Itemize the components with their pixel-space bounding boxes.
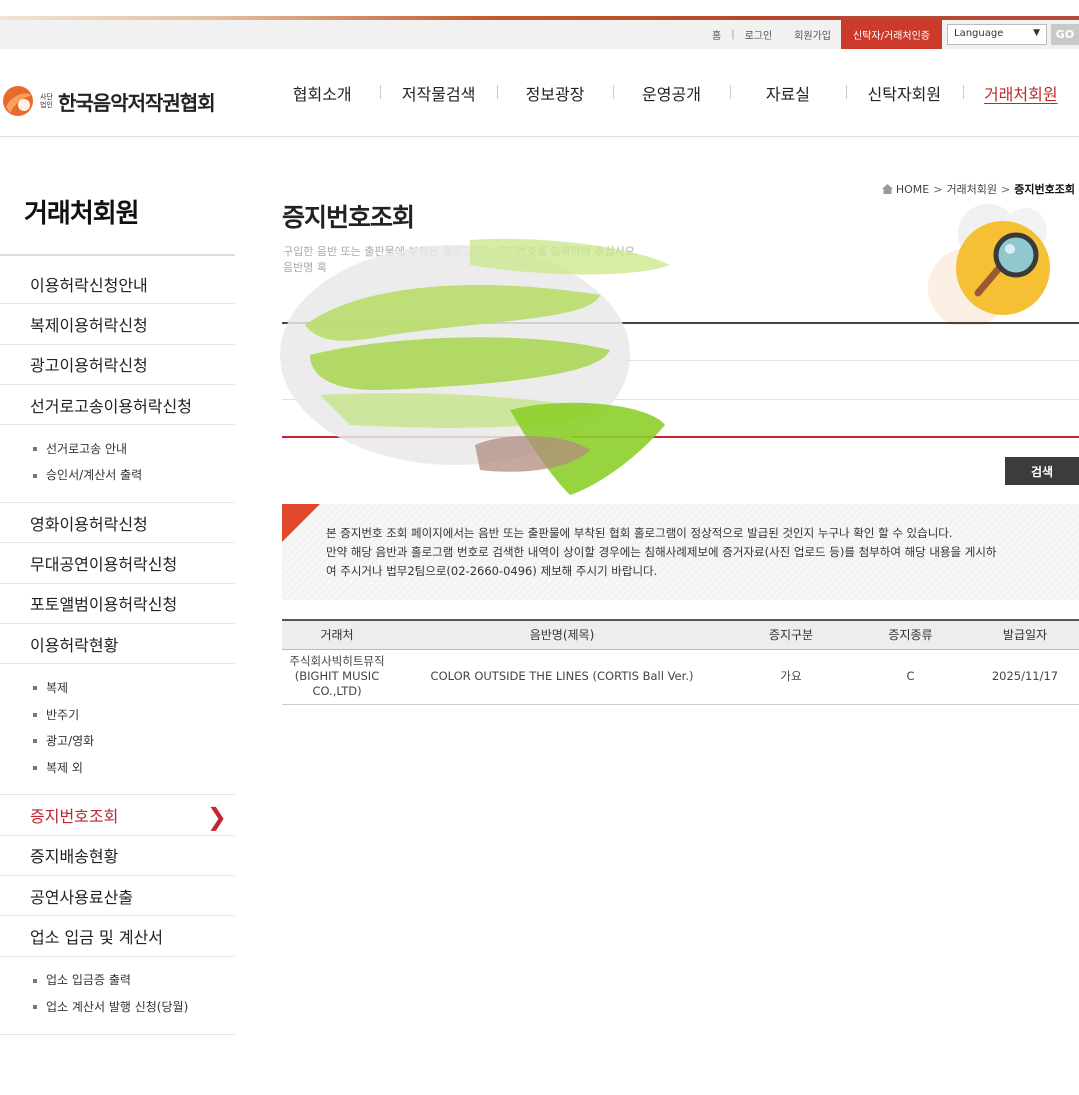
trust-auth-button[interactable]: 신탁자/거래처인증 [841,20,942,49]
col-type: 증지종류 [850,619,971,650]
sidebar: 이용허락신청안내 복제이용허락신청 광고이용허락신청 선거로고송이용허락신청 선… [0,264,235,1035]
sidebar-subgroup-status: 복제 반주기 광고/영화 복제 외 [0,664,235,796]
cell-type: C [850,649,971,705]
signup-link[interactable]: 회원가입 [794,27,831,42]
search-button[interactable]: 검색 [1005,457,1079,485]
col-date: 발급일자 [971,619,1079,650]
col-album: 음반명(제목) [392,619,732,650]
chevron-down-icon: ▼ [1033,28,1040,38]
sidebar-title: 거래처회원 [24,199,140,229]
sidebar-item-label: 증지번호조회 [30,807,119,827]
notice-text: 본 증지번호 조회 페이지에서는 음반 또는 출판물에 부착된 협회 홀로그램이… [326,524,1066,581]
logo-text: 한국음악저작권협회 [58,90,216,115]
sidebar-sub-election-guide[interactable]: 선거로고송 안내 [0,435,235,462]
notice-line2: 만약 해당 음반과 홀로그램 번호로 검색한 내역이 상이할 경우에는 침해사례… [326,545,997,559]
sidebar-item-photo-album[interactable]: 포토앨범이용허락신청 [0,584,235,625]
sidebar-subgroup-election: 선거로고송 안내 승인서/계산서 출력 [0,425,235,504]
home-icon [881,184,893,194]
sidebar-item-license-status[interactable]: 이용허락현황 [0,624,235,665]
search-badge [956,221,1050,315]
breadcrumb-mid[interactable]: 거래처회원 [946,181,997,197]
notice-line1: 본 증지번호 조회 페이지에서는 음반 또는 출판물에 부착된 협회 홀로그램이… [326,526,953,540]
sidebar-item-performance-fee[interactable]: 공연사용료산출 [0,876,235,917]
notice-corner-mark [282,504,320,542]
col-vendor: 거래처 [282,619,392,650]
cell-date: 2025/11/17 [971,649,1079,705]
sidebar-sub-invoice-request[interactable]: 업소 계산서 발행 신청(당월) [0,993,235,1020]
col-category: 증지구분 [732,619,850,650]
sidebar-subgroup-business: 업소 입금증 출력 업소 계산서 발행 신청(당월) [0,957,235,1035]
sidebar-item-advertising[interactable]: 광고이용허락신청 [0,345,235,385]
breadcrumb-separator: > [1001,182,1011,196]
home-link[interactable]: 홈 [712,27,721,42]
go-button[interactable]: GO [1051,24,1079,45]
nav-work-search[interactable]: 저작물검색 [380,81,496,105]
table-row: 주식회사빅히트뮤직 (BIGHIT MUSIC CO.,LTD) COLOR O… [282,649,1079,705]
nav-operation[interactable]: 운영공개 [613,81,729,105]
sidebar-sub-other[interactable]: 복제 외 [0,754,235,781]
cell-album: COLOR OUTSIDE THE LINES (CORTIS Ball Ver… [392,649,732,705]
nav-vendor-member[interactable]: 거래처회원 [962,81,1079,105]
sidebar-item-business-payment[interactable]: 업소 입금 및 계산서 [0,916,235,957]
sidebar-sub-approval-print[interactable]: 승인서/계산서 출력 [0,462,235,489]
notice-line3: 여 주시거나 법무2팀으로(02-2660-0496) 제보해 주시기 바랍니다… [326,564,658,578]
sidebar-sub-reproduction[interactable]: 복제 [0,674,235,701]
login-link[interactable]: 로그인 [745,27,773,42]
logo-mark-icon [3,86,33,116]
sidebar-item-election-logo[interactable]: 선거로고송이용허락신청 [0,385,235,426]
sidebar-sub-ad-film[interactable]: 광고/영화 [0,727,235,754]
cell-vendor-line2: (BIGHIT MUSIC [294,669,380,683]
breadcrumb-home[interactable]: HOME [896,183,929,196]
redaction-scribble [280,238,670,495]
cell-vendor-line3: CO.,LTD) [312,684,362,698]
sidebar-divider [0,254,235,256]
sidebar-item-reproduction[interactable]: 복제이용허락신청 [0,304,235,345]
breadcrumb-separator: > [933,182,943,196]
language-select[interactable]: Language ▼ [947,24,1047,45]
nav-archive[interactable]: 자료실 [729,81,846,105]
notice-box: 본 증지번호 조회 페이지에서는 음반 또는 출판물에 부착된 협회 홀로그램이… [282,504,1079,600]
sidebar-sub-deposit-print[interactable]: 업소 입금증 출력 [0,967,235,994]
nav-info[interactable]: 정보광장 [496,81,613,105]
language-select-value: Language [954,28,1004,39]
sidebar-sub-karaoke[interactable]: 반주기 [0,701,235,728]
cell-vendor: 주식회사빅히트뮤직 (BIGHIT MUSIC CO.,LTD) [282,649,392,705]
magnifier-icon [974,232,1039,297]
logo-sub: 사단 법인 [40,93,53,109]
sidebar-item-stamp-delivery[interactable]: 증지배송현황 [0,836,235,876]
nav-about[interactable]: 협회소개 [264,81,380,105]
header: 사단 법인 한국음악저작권협회 협회소개 저작물검색 정보광장 운영공개 자료실… [0,49,1079,137]
logo[interactable]: 사단 법인 한국음악저작권협회 [2,85,216,117]
table-header-row: 거래처 음반명(제목) 증지구분 증지종류 발급일자 [282,619,1079,650]
sidebar-item-film[interactable]: 영화이용허락신청 [0,503,235,544]
main-nav: 협회소개 저작물검색 정보광장 운영공개 자료실 신탁자회원 거래처회원 [264,49,1079,137]
utility-links: 홈 | 로그인 회원가입 [712,20,831,49]
utility-bar: 홈 | 로그인 회원가입 신탁자/거래처인증 Language ▼ GO [0,20,1079,49]
result-table: 거래처 음반명(제목) 증지구분 증지종류 발급일자 주식회사빅히트뮤직 (BI… [282,619,1079,705]
nav-trust-member[interactable]: 신탁자회원 [846,81,962,105]
breadcrumb-current: 증지번호조회 [1014,183,1075,196]
sidebar-item-stage[interactable]: 무대공연이용허락신청 [0,543,235,584]
cell-vendor-line1: 주식회사빅히트뮤직 [289,654,385,668]
sidebar-item-stamp-lookup[interactable]: 증지번호조회 ❯ [0,795,235,836]
cell-category: 가요 [732,649,850,705]
chevron-right-icon: ❯ [206,803,227,832]
divider: | [731,29,735,40]
breadcrumb: HOME > 거래처회원 > 증지번호조회 [881,181,1075,197]
sidebar-item-license-guide[interactable]: 이용허락신청안내 [0,264,235,305]
page: 홈 | 로그인 회원가입 신탁자/거래처인증 Language ▼ GO 사단 … [0,0,1079,1095]
